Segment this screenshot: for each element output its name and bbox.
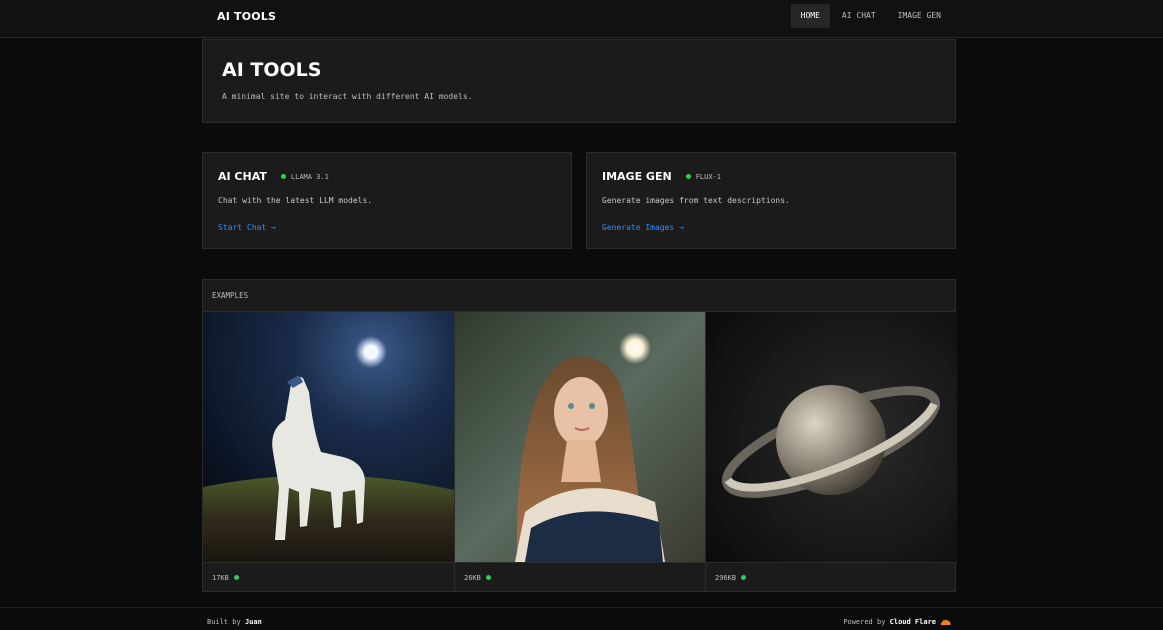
hero-panel: AI TOOLS A minimal site to interact with…	[202, 39, 956, 123]
status-dot-icon	[485, 575, 491, 580]
card-description: Generate images from text descriptions.	[602, 196, 790, 205]
top-navbar: AI TOOLS HOME AI CHAT IMAGE GEN	[0, 0, 1163, 38]
status-dot-icon	[233, 575, 239, 580]
cloud-icon	[940, 619, 951, 625]
file-size: 296KB	[715, 573, 737, 582]
white-horse-moonlit-image[interactable]	[203, 312, 454, 562]
model-status: LLAMA 3.1	[280, 172, 329, 181]
examples-header: EXAMPLES	[203, 280, 955, 312]
page-subtitle: A minimal site to interact with differen…	[222, 92, 473, 101]
card-title: AI CHAT	[218, 170, 267, 183]
model-status: FLUX-1	[685, 172, 721, 181]
example-meta: 296KB	[706, 562, 957, 592]
card-description: Chat with the latest LLM models.	[218, 196, 373, 205]
example-tile[interactable]: 296KB	[705, 312, 957, 592]
nav-item-image-gen[interactable]: IMAGE GEN	[888, 4, 951, 28]
page-title: AI TOOLS	[222, 59, 322, 81]
built-by-label: Built by	[207, 618, 241, 626]
ai-chat-card: AI CHAT LLAMA 3.1 Chat with the latest L…	[202, 152, 572, 249]
examples-label: EXAMPLES	[212, 291, 249, 300]
powered-by-label: Powered by	[843, 618, 886, 626]
saturn-planet-image[interactable]	[706, 312, 957, 562]
nav-item-ai-chat[interactable]: AI CHAT	[832, 4, 886, 28]
nav-item-home[interactable]: HOME	[790, 4, 830, 28]
example-meta: 17KB	[203, 562, 454, 592]
start-chat-link[interactable]: Start Chat →	[218, 223, 276, 232]
woman-portrait-image[interactable]	[455, 312, 706, 562]
status-dot-icon	[741, 575, 747, 580]
footer: Built by Juan Powered by Cloud Flare	[0, 607, 1163, 630]
image-gen-card: IMAGE GEN FLUX-1 Generate images from te…	[586, 152, 956, 249]
card-title: IMAGE GEN	[602, 170, 672, 183]
model-badge: LLAMA 3.1	[290, 172, 329, 181]
example-tile[interactable]: 26KB	[454, 312, 706, 592]
author-link[interactable]: Juan	[245, 618, 262, 626]
status-dot-icon	[280, 174, 286, 179]
brand-logo-text[interactable]: AI TOOLS	[217, 10, 276, 23]
cloudflare-link[interactable]: Cloud Flare	[890, 618, 936, 626]
status-dot-icon	[685, 174, 691, 179]
main-nav: HOME AI CHAT IMAGE GEN	[790, 4, 951, 28]
examples-panel: EXAMPLES 17KB 26KB 296KB	[202, 279, 957, 592]
generate-images-link[interactable]: Generate Images →	[602, 223, 684, 232]
example-meta: 26KB	[455, 562, 706, 592]
file-size: 26KB	[464, 573, 481, 582]
file-size: 17KB	[212, 573, 229, 582]
model-badge: FLUX-1	[695, 172, 721, 181]
footer-powered: Powered by Cloud Flare	[843, 618, 951, 626]
example-tile[interactable]: 17KB	[203, 312, 454, 592]
footer-credit: Built by Juan	[207, 618, 262, 626]
